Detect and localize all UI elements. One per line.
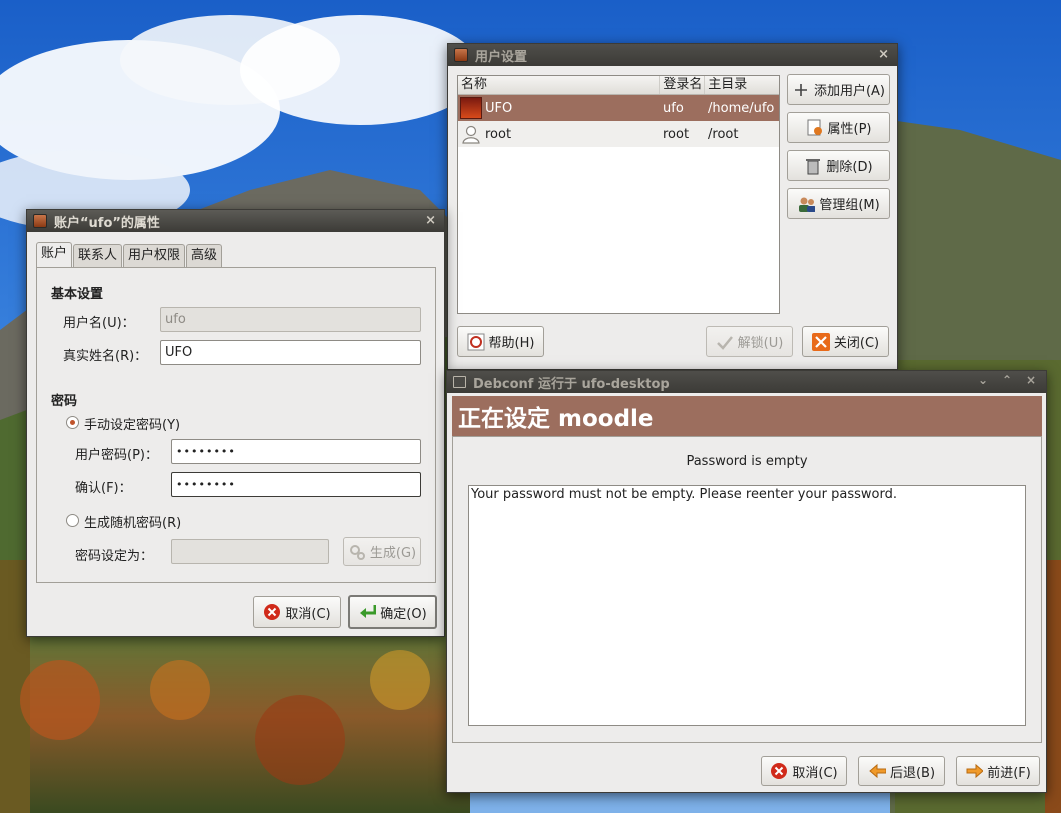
delete-button[interactable]: 删除(D) xyxy=(787,150,890,181)
confirm-password-field[interactable]: •••••••• xyxy=(171,472,421,497)
user-settings-window: 用户设置 × 名称 登录名 主目录 UFO ufo /home/ufo root… xyxy=(447,43,898,370)
back-button[interactable]: 后退(B) xyxy=(858,756,945,786)
checkmark-icon xyxy=(716,333,734,351)
minimize-icon[interactable]: ⌄ xyxy=(978,373,988,387)
message-textarea[interactable]: Your password must not be empty. Please … xyxy=(468,485,1026,726)
unlock-label: 解锁(U) xyxy=(737,336,784,351)
users-app-icon xyxy=(33,214,47,228)
help-label: 帮助(H) xyxy=(488,336,535,351)
close-icon[interactable]: × xyxy=(878,47,889,62)
add-user-label: 添加用户(A) xyxy=(813,84,886,99)
user-login: root xyxy=(663,126,690,142)
realname-field[interactable] xyxy=(160,340,421,365)
close-icon[interactable]: × xyxy=(425,213,436,228)
tab-account[interactable]: 账户 xyxy=(36,242,73,268)
unlock-button[interactable]: 解锁(U) xyxy=(706,326,793,357)
back-label: 后退(B) xyxy=(889,765,936,781)
manual-password-radio[interactable] xyxy=(66,416,79,429)
user-list-header: 名称 登录名 主目录 xyxy=(458,76,779,95)
arrow-left-icon xyxy=(868,762,886,780)
generate-button[interactable]: 生成(G) xyxy=(343,537,421,566)
user-list[interactable]: 名称 登录名 主目录 UFO ufo /home/ufo root root /… xyxy=(457,75,780,314)
user-home: /root xyxy=(708,126,739,142)
tab-advanced[interactable]: 高级 xyxy=(186,244,223,268)
manage-groups-label: 管理组(M) xyxy=(819,198,880,213)
debconf-titlebar[interactable]: Debconf 运行于 ufo-desktop ⌄ ⌃ × xyxy=(447,371,1046,393)
random-password-label[interactable]: 生成随机密码(R) xyxy=(84,512,181,531)
account-tab-panel: 基本设置 用户名(U)： 真实姓名(R)： 密码 手动设定密码(Y) 用户密码(… xyxy=(36,267,436,583)
tab-contact[interactable]: 联系人 xyxy=(73,244,123,268)
user-password-label: 用户密码(P)： xyxy=(75,448,158,463)
message-title: Password is empty xyxy=(686,454,808,469)
user-login: ufo xyxy=(663,100,684,116)
help-button[interactable]: 帮助(H) xyxy=(457,326,544,357)
username-label: 用户名(U)： xyxy=(63,316,135,331)
user-settings-titlebar[interactable]: 用户设置 × xyxy=(448,44,897,66)
user-avatar-icon xyxy=(460,97,482,119)
column-header-home[interactable]: 主目录 xyxy=(705,76,779,94)
user-row-root[interactable]: root root /root xyxy=(458,121,779,147)
ok-button[interactable]: 确定(O) xyxy=(348,595,437,629)
forward-label: 前进(F) xyxy=(987,765,1031,781)
close-label: 关闭(C) xyxy=(833,336,880,351)
column-header-login[interactable]: 登录名 xyxy=(660,76,706,94)
properties-tabs: 账户 联系人 用户权限 高级 xyxy=(36,242,223,268)
cancel-button[interactable]: 取消(C) xyxy=(253,596,341,628)
window-title: 用户设置 xyxy=(475,49,528,65)
gears-icon xyxy=(348,543,366,561)
realname-label: 真实姓名(R)： xyxy=(63,349,148,364)
debconf-content-frame: Password is empty Your password must not… xyxy=(452,436,1042,743)
plus-icon xyxy=(792,81,810,99)
cancel-label: 取消(C) xyxy=(792,765,838,781)
arrow-right-icon xyxy=(965,762,984,780)
trash-icon xyxy=(804,157,822,175)
properties-label: 属性(P) xyxy=(827,122,872,137)
enter-arrow-icon xyxy=(358,603,377,621)
random-password-radio[interactable] xyxy=(66,514,79,527)
users-app-icon xyxy=(454,48,468,62)
debconf-banner: 正在设定 moodle xyxy=(452,396,1042,436)
manage-groups-button[interactable]: 管理组(M) xyxy=(787,188,890,219)
generated-password-field[interactable] xyxy=(171,539,329,564)
confirm-label: 确认(F)： xyxy=(75,481,132,496)
password-heading: 密码 xyxy=(51,394,78,409)
column-header-name[interactable]: 名称 xyxy=(458,76,661,94)
maximize-icon[interactable]: ⌃ xyxy=(1002,373,1012,387)
cancel-icon xyxy=(770,762,788,780)
ok-label: 确定(O) xyxy=(380,606,427,622)
close-x-icon xyxy=(811,332,830,351)
forward-button[interactable]: 前进(F) xyxy=(956,756,1040,786)
user-avatar-icon xyxy=(460,123,482,145)
add-user-button[interactable]: 添加用户(A) xyxy=(787,74,890,105)
properties-button[interactable]: 属性(P) xyxy=(787,112,890,143)
close-icon[interactable]: × xyxy=(1026,373,1036,387)
delete-label: 删除(D) xyxy=(826,160,873,175)
user-row-ufo[interactable]: UFO ufo /home/ufo xyxy=(458,95,779,121)
close-button[interactable]: 关闭(C) xyxy=(802,326,889,357)
debconf-window: Debconf 运行于 ufo-desktop ⌄ ⌃ × 正在设定 moodl… xyxy=(446,370,1047,793)
help-icon xyxy=(467,333,485,351)
password-set-label: 密码设定为： xyxy=(75,549,154,564)
manual-password-label[interactable]: 手动设定密码(Y) xyxy=(84,414,180,433)
cancel-label: 取消(C) xyxy=(285,606,331,622)
group-icon xyxy=(797,195,816,213)
properties-icon xyxy=(806,119,824,137)
dialog-title: 账户“ufo”的属性 xyxy=(54,215,160,231)
cancel-button[interactable]: 取消(C) xyxy=(761,756,847,786)
username-field[interactable] xyxy=(160,307,421,332)
user-home: /home/ufo xyxy=(708,100,775,116)
user-name: root xyxy=(485,126,512,142)
generate-label: 生成(G) xyxy=(369,546,417,561)
user-name: UFO xyxy=(485,100,513,116)
basic-settings-heading: 基本设置 xyxy=(51,287,104,302)
account-properties-dialog: 账户“ufo”的属性 × 账户 联系人 用户权限 高级 基本设置 用户名(U)：… xyxy=(26,209,445,637)
window-title: Debconf 运行于 ufo-desktop xyxy=(473,376,670,392)
cancel-icon xyxy=(263,603,281,621)
properties-titlebar[interactable]: 账户“ufo”的属性 × xyxy=(27,210,444,232)
user-password-field[interactable]: •••••••• xyxy=(171,439,421,464)
tab-user-privileges[interactable]: 用户权限 xyxy=(123,244,186,268)
window-menu-icon xyxy=(453,376,466,388)
